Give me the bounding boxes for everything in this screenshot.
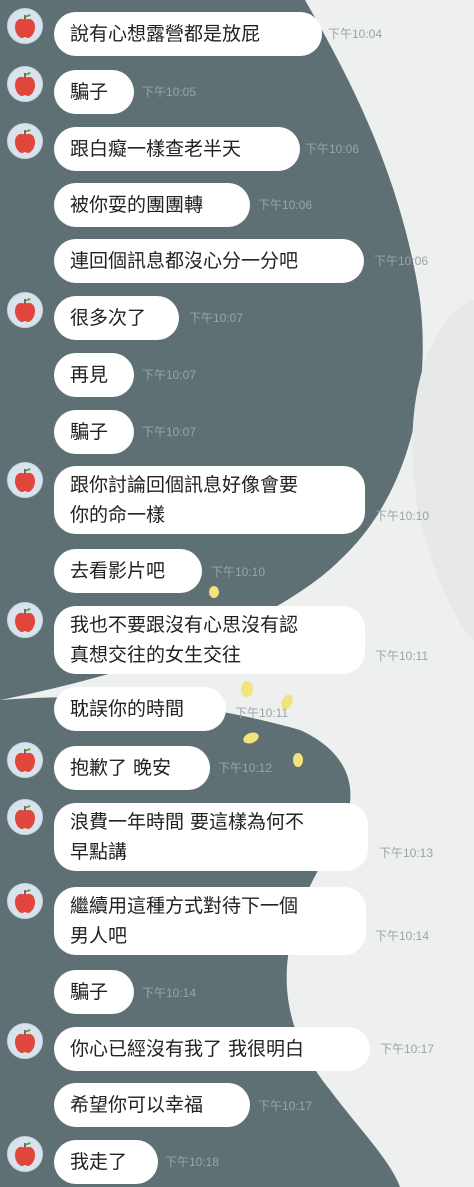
message-bubble[interactable]: 去看影片吧 bbox=[54, 549, 202, 593]
message-timestamp: 下午10:06 bbox=[305, 142, 360, 156]
contact-avatar[interactable] bbox=[7, 742, 43, 778]
message-bubble[interactable]: 耽誤你的時間 bbox=[54, 687, 226, 731]
message-timestamp: 下午10:10 bbox=[375, 509, 430, 523]
message-timestamp: 下午10:05 bbox=[142, 85, 197, 99]
apple-icon bbox=[15, 129, 35, 153]
contact-avatar[interactable] bbox=[7, 883, 43, 919]
message-bubble[interactable]: 我走了 bbox=[54, 1140, 158, 1184]
message-bubble[interactable]: 被你耍的團團轉 bbox=[54, 183, 250, 227]
message-timestamp: 下午10:13 bbox=[379, 846, 434, 860]
message-timestamp: 下午10:10 bbox=[211, 565, 266, 579]
contact-avatar[interactable] bbox=[7, 602, 43, 638]
message-timestamp: 下午10:11 bbox=[235, 706, 289, 720]
message-bubble[interactable]: 騙子 bbox=[54, 410, 134, 454]
apple-icon bbox=[15, 14, 35, 38]
contact-avatar[interactable] bbox=[7, 462, 43, 498]
message-bubble[interactable]: 浪費一年時間 要這樣為何不 早點講 bbox=[54, 803, 368, 871]
contact-avatar[interactable] bbox=[7, 1136, 43, 1172]
message-timestamp: 下午10:17 bbox=[380, 1042, 435, 1056]
confetti-dot bbox=[209, 586, 219, 598]
message-bubble[interactable]: 騙子 bbox=[54, 70, 134, 114]
message-bubble[interactable]: 我也不要跟沒有心思沒有認 真想交往的女生交往 bbox=[54, 606, 365, 674]
contact-avatar[interactable] bbox=[7, 1023, 43, 1059]
contact-avatar[interactable] bbox=[7, 8, 43, 44]
message-timestamp: 下午10:18 bbox=[165, 1155, 220, 1169]
confetti-dot bbox=[241, 681, 253, 697]
message-timestamp: 下午10:06 bbox=[258, 198, 313, 212]
contact-avatar[interactable] bbox=[7, 799, 43, 835]
message-timestamp: 下午10:06 bbox=[374, 254, 429, 268]
contact-avatar[interactable] bbox=[7, 292, 43, 328]
apple-icon bbox=[15, 889, 35, 913]
apple-icon bbox=[15, 1029, 35, 1053]
contact-avatar[interactable] bbox=[7, 123, 43, 159]
apple-icon bbox=[15, 72, 35, 96]
contact-avatar[interactable] bbox=[7, 66, 43, 102]
message-timestamp: 下午10:07 bbox=[189, 311, 244, 325]
apple-icon bbox=[15, 1142, 35, 1166]
confetti-dot bbox=[293, 753, 303, 767]
apple-icon bbox=[15, 468, 35, 492]
message-timestamp: 下午10:17 bbox=[258, 1099, 313, 1113]
apple-icon bbox=[15, 748, 35, 772]
apple-icon bbox=[15, 608, 35, 632]
message-bubble[interactable]: 跟你討論回個訊息好像會要 你的命一樣 bbox=[54, 466, 365, 534]
message-bubble[interactable]: 騙子 bbox=[54, 970, 134, 1014]
message-bubble[interactable]: 抱歉了 晚安 bbox=[54, 746, 210, 790]
message-timestamp: 下午10:04 bbox=[328, 27, 383, 41]
message-timestamp: 下午10:14 bbox=[375, 929, 430, 943]
message-timestamp: 下午10:11 bbox=[375, 649, 429, 663]
message-bubble[interactable]: 希望你可以幸福 bbox=[54, 1083, 250, 1127]
apple-icon bbox=[15, 805, 35, 829]
message-bubble[interactable]: 再見 bbox=[54, 353, 134, 397]
message-timestamp: 下午10:14 bbox=[142, 986, 197, 1000]
message-bubble[interactable]: 繼續用這種方式對待下一個 男人吧 bbox=[54, 887, 366, 955]
message-timestamp: 下午10:07 bbox=[142, 425, 197, 439]
message-bubble[interactable]: 跟白癡一樣查老半天 bbox=[54, 127, 300, 171]
message-bubble[interactable]: 說有心想露營都是放屁 bbox=[54, 12, 322, 56]
message-timestamp: 下午10:12 bbox=[218, 761, 273, 775]
message-timestamp: 下午10:07 bbox=[142, 368, 197, 382]
message-bubble[interactable]: 連回個訊息都沒心分一分吧 bbox=[54, 239, 364, 283]
apple-icon bbox=[15, 298, 35, 322]
message-bubble[interactable]: 你心已經沒有我了 我很明白 bbox=[54, 1027, 370, 1071]
message-bubble[interactable]: 很多次了 bbox=[54, 296, 179, 340]
